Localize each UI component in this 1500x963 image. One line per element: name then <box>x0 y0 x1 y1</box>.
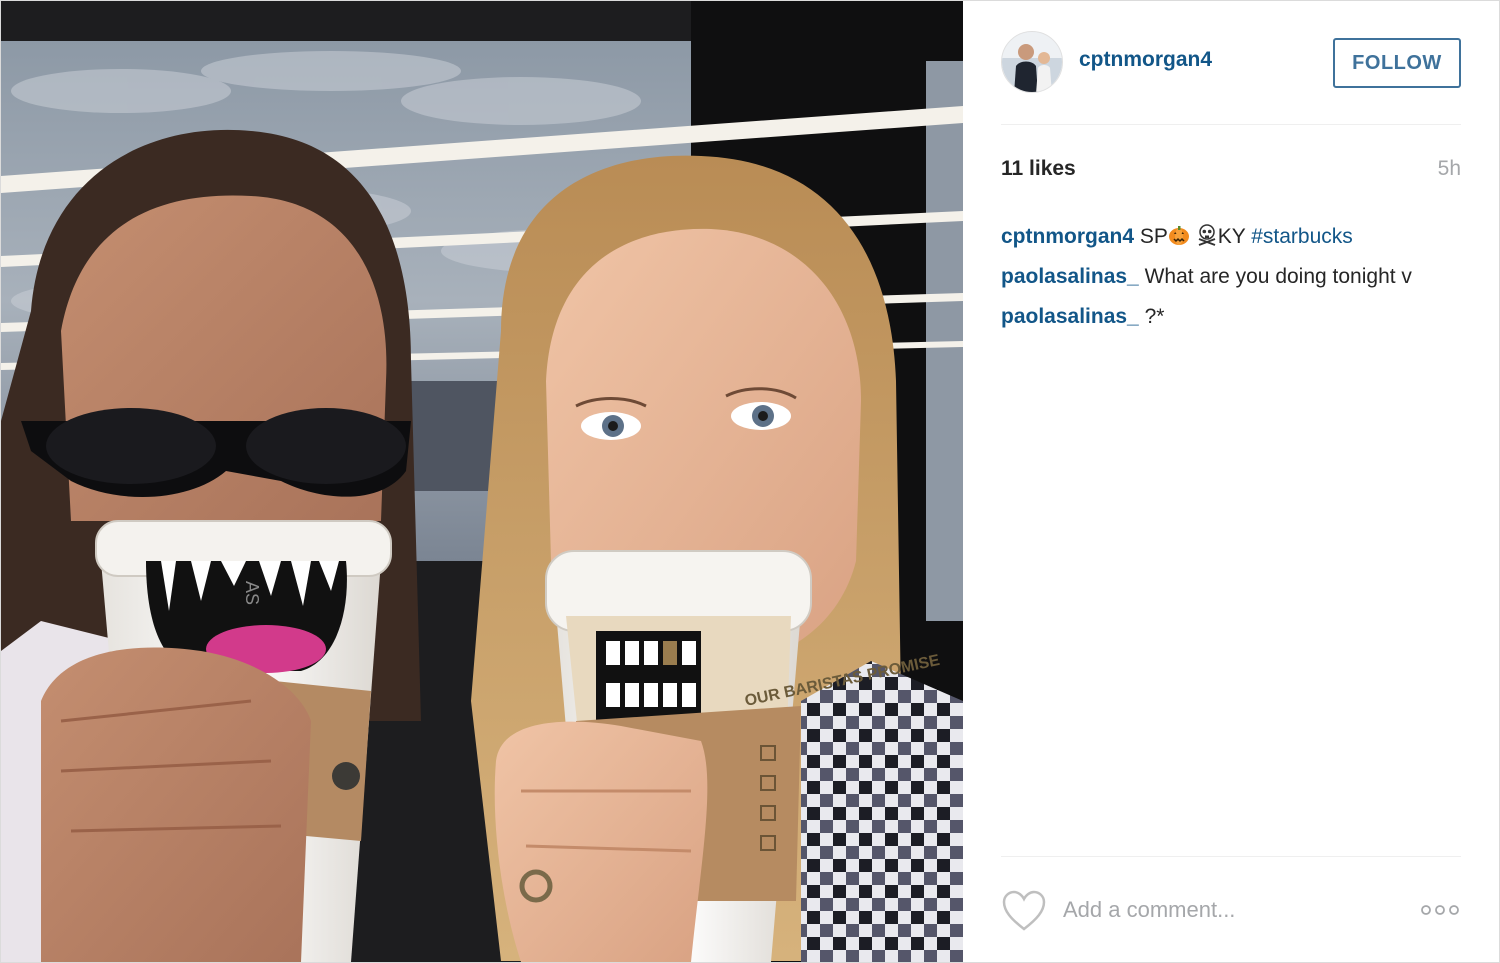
avatar[interactable] <box>1001 31 1063 93</box>
comment-text: ?* <box>1144 305 1165 328</box>
post-actions <box>1001 857 1461 957</box>
post-photo[interactable]: AS OUR BARISTAS PROMISE <box>1 1 963 962</box>
comment-item: paolasalinas_ ?* <box>1001 297 1487 337</box>
more-options-icon[interactable] <box>1419 897 1461 923</box>
post-meta: 11 likes 5h <box>1001 157 1461 187</box>
pumpkin-icon <box>1168 226 1189 245</box>
post-username[interactable]: cptnmorgan4 <box>1079 48 1212 72</box>
follow-button[interactable]: FOLLOW <box>1333 38 1461 88</box>
comments-list: cptnmorgan4 SP KY #starbucks paolasalina… <box>1001 217 1487 337</box>
heart-icon[interactable] <box>1001 889 1047 933</box>
comment-username[interactable]: paolasalinas_ <box>1001 305 1139 328</box>
header-divider <box>1001 124 1461 125</box>
comment-username[interactable]: paolasalinas_ <box>1001 265 1139 288</box>
post-timestamp: 5h <box>1437 157 1461 180</box>
skull-crossbones-icon <box>1198 224 1216 246</box>
comment-username[interactable]: cptnmorgan4 <box>1001 225 1134 248</box>
add-comment-input[interactable] <box>1063 893 1393 927</box>
caption-text-part: KY <box>1217 225 1246 248</box>
caption-comment: cptnmorgan4 SP KY #starbucks <box>1001 217 1487 257</box>
selfie-image: AS OUR BARISTAS PROMISE <box>1 1 963 962</box>
hashtag-link[interactable]: #starbucks <box>1251 225 1353 248</box>
instagram-post: AS OUR BARISTAS PROMISE cptnmorgan4 FOLL… <box>0 0 1500 963</box>
post-header: cptnmorgan4 FOLLOW <box>1001 31 1461 95</box>
comment-text: What are you doing tonight v <box>1144 265 1412 288</box>
avatar-image <box>1002 32 1062 92</box>
cup-text-left: AS <box>242 581 262 605</box>
comment-item: paolasalinas_ What are you doing tonight… <box>1001 257 1487 297</box>
caption-text-part: SP <box>1139 225 1168 248</box>
likes-count[interactable]: 11 likes <box>1001 157 1076 181</box>
post-side-panel: cptnmorgan4 FOLLOW 11 likes 5h cptnmorga… <box>963 1 1499 962</box>
